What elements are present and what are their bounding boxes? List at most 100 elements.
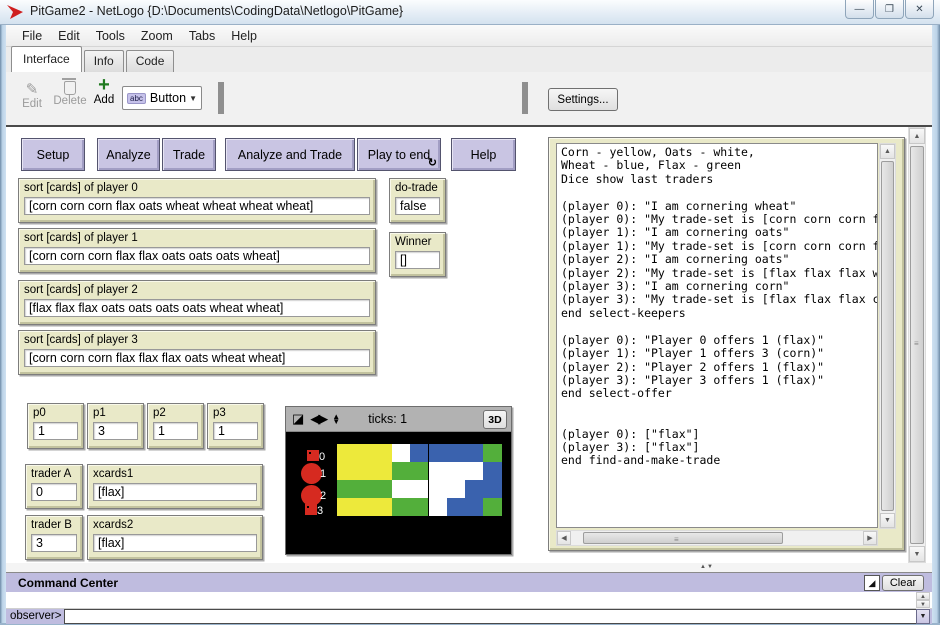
interface-vscroll-thumb[interactable]: ≡ [910, 146, 924, 544]
monitor-value: [corn corn corn flax flax flax oats whea… [24, 349, 370, 367]
play-to-end-button[interactable]: Play to end ↻ [357, 138, 441, 171]
patch-corn [374, 462, 392, 480]
scroll-up-icon[interactable]: ▲ [909, 128, 925, 144]
analyze-and-trade-button[interactable]: Analyze and Trade [225, 138, 355, 171]
edit-tool-label: Edit [16, 98, 48, 110]
monitor-label: xcards1 [93, 468, 257, 480]
monitor-value: 1 [33, 422, 78, 440]
maximize-button[interactable]: ❐ [875, 0, 904, 19]
monitor-winner: Winner [] [389, 232, 446, 277]
patch-corn [374, 498, 392, 516]
monitor-label: do-trade [395, 182, 440, 194]
scroll-up-icon[interactable]: ▲ [880, 144, 895, 159]
scroll-right-icon[interactable]: ▶ [863, 531, 877, 545]
history-dropdown-button[interactable]: ▼ [916, 609, 930, 624]
patch-oats [429, 480, 447, 498]
help-button[interactable]: Help [451, 138, 516, 171]
monitor-label: Winner [395, 236, 440, 248]
scroll-left-icon[interactable]: ◀ [557, 531, 571, 545]
patch-flax [483, 444, 501, 462]
output-vscrollbar[interactable]: ▲ ▼ [879, 143, 896, 529]
tab-info[interactable]: Info [84, 50, 124, 72]
delete-tool-label: Delete [50, 95, 90, 107]
tab-code[interactable]: Code [126, 50, 175, 72]
menu-bar: FileEditToolsZoomTabsHelp [6, 25, 932, 47]
patch-flax [410, 498, 428, 516]
monitor-value: [corn corn corn flax flax oats oats oats… [24, 247, 370, 265]
trade-button[interactable]: Trade [162, 138, 216, 171]
view-3d-button[interactable]: 3D [483, 410, 507, 429]
monitor-value: false [395, 197, 440, 215]
output-text-area: Corn - yellow, Oats - white, Wheat - blu… [556, 143, 878, 528]
monitor-label: sort [cards] of player 3 [24, 334, 370, 346]
command-center-title: Command Center [18, 576, 118, 590]
edit-tool-button[interactable]: ✎ Edit [16, 80, 48, 110]
monitor-label: sort [cards] of player 0 [24, 182, 370, 194]
command-input[interactable] [64, 609, 918, 624]
patch-oats [410, 480, 428, 498]
view-header: ◪ ◀▶ ▲▼ ticks: 1 3D [286, 407, 511, 432]
patch-wheat [465, 498, 483, 516]
output-hscrollbar[interactable]: ◀ ≡ ▶ [556, 530, 878, 546]
patch-corn [355, 462, 373, 480]
patch-corn [374, 444, 392, 462]
turtle-label-1: 1 [320, 468, 326, 480]
menu-item-zoom[interactable]: Zoom [133, 27, 181, 45]
output-text: Corn - yellow, Oats - white, Wheat - blu… [561, 146, 877, 468]
output-vscroll-thumb[interactable] [881, 161, 894, 511]
menu-item-file[interactable]: File [14, 27, 50, 45]
menu-item-edit[interactable]: Edit [50, 27, 88, 45]
command-center-output: ▲▼ [6, 592, 932, 609]
chevron-down-icon: ▼ [920, 613, 927, 620]
pencil-icon: ✎ [16, 80, 48, 98]
minimize-button[interactable]: — [845, 0, 874, 19]
output-hscroll-thumb[interactable]: ≡ [583, 532, 783, 544]
clear-button[interactable]: Clear [882, 575, 924, 591]
monitor-player3-cards: sort [cards] of player 3 [corn corn corn… [18, 330, 376, 375]
monitor-player1-cards: sort [cards] of player 1 [corn corn corn… [18, 228, 376, 273]
setup-button[interactable]: Setup [21, 138, 85, 171]
observer-prompt-label: observer> [10, 610, 61, 622]
menu-item-tools[interactable]: Tools [88, 27, 133, 45]
analyze-button[interactable]: Analyze [97, 138, 160, 171]
delete-tool-button[interactable]: Delete [50, 80, 90, 107]
monitor-p1: p1 3 [87, 403, 144, 449]
add-tool-button[interactable]: + Add [90, 76, 118, 106]
netlogo-window: PitGame2 - NetLogo {D:\Documents\CodingD… [0, 0, 940, 625]
turtle-circle-1 [301, 463, 322, 484]
patch-flax [392, 498, 410, 516]
turtle-die-0 [307, 450, 319, 461]
monitor-trader-a: trader A 0 [25, 464, 83, 509]
widget-type-dropdown[interactable]: abc Button ▼ [122, 86, 202, 110]
world-canvas[interactable]: 0 1 2 3 [286, 432, 511, 554]
close-button[interactable]: ✕ [905, 0, 934, 19]
scroll-down-icon[interactable]: ▼ [880, 513, 895, 528]
monitor-p2: p2 1 [147, 403, 204, 449]
patch-wheat [410, 444, 428, 462]
command-center-splitter[interactable]: ▲▼ [6, 563, 932, 572]
settings-button[interactable]: Settings... [548, 88, 618, 111]
title-bar[interactable]: PitGame2 - NetLogo {D:\Documents\CodingD… [0, 0, 940, 25]
monitor-label: p2 [153, 407, 198, 419]
splitter-arrows-icon[interactable]: ▲▼ [700, 564, 714, 570]
monitor-label: sort [cards] of player 1 [24, 232, 370, 244]
command-center-header: Command Center ◢ Clear [6, 572, 932, 592]
monitor-p0: p0 1 [27, 403, 84, 449]
menu-item-tabs[interactable]: Tabs [181, 27, 223, 45]
resize-view-icon: ◪ [292, 411, 304, 427]
patch-oats [429, 462, 447, 480]
interface-vscrollbar[interactable]: ▲ ≡ ▼ [908, 127, 926, 563]
patch-corn [337, 444, 355, 462]
tab-interface[interactable]: Interface [11, 46, 82, 72]
scroll-up-icon[interactable]: ▲ [916, 592, 930, 600]
scroll-down-icon[interactable]: ▼ [916, 600, 930, 608]
patch-corn [355, 444, 373, 462]
command-output-scrollbar[interactable]: ▲▼ [916, 592, 930, 609]
world-view[interactable]: ◪ ◀▶ ▲▼ ticks: 1 3D 0 1 2 3 [285, 406, 512, 555]
window-title: PitGame2 - NetLogo {D:\Documents\CodingD… [30, 4, 403, 18]
scroll-down-icon[interactable]: ▼ [909, 546, 925, 562]
patch-oats [447, 462, 465, 480]
menu-item-help[interactable]: Help [223, 27, 265, 45]
export-arrow-icon[interactable]: ◢ [864, 575, 880, 591]
monitor-label: p1 [93, 407, 138, 419]
